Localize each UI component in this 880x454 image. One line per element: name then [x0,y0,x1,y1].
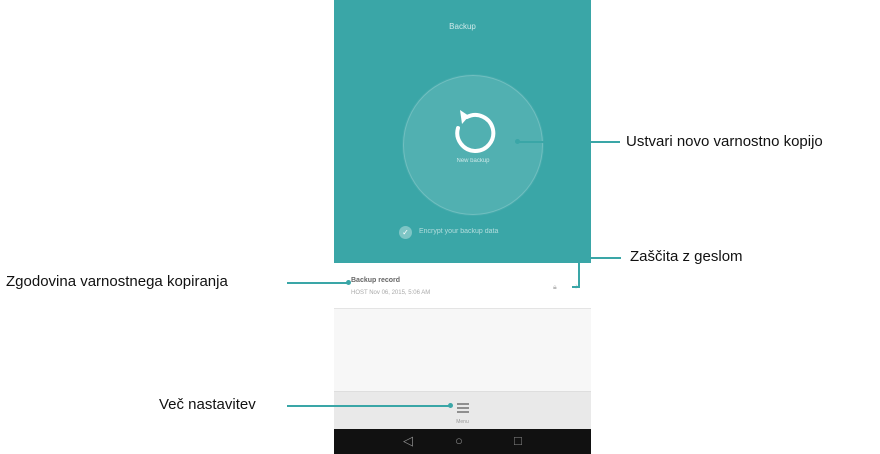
callout-history: Zgodovina varnostnega kopiranja [6,273,228,290]
callout-line-password-b [578,232,580,287]
backup-hero-panel: Backup New backup ✓ Encrypt your backup … [334,0,591,263]
app-title: Backup [449,22,476,31]
callout-dot-history [346,280,351,285]
refresh-icon [455,110,496,153]
back-icon[interactable]: ◁ [403,433,413,449]
backup-record-item[interactable]: Backup record HOST Nov 06, 2015, 5:06 AM… [334,263,591,309]
callout-new-backup: Ustvari novo varnostno kopijo [626,133,823,150]
bottom-menu-bar: Menu [334,391,591,430]
record-date: HOST Nov 06, 2015, 5:06 AM [351,290,431,296]
callout-line-history [287,282,348,284]
recent-apps-icon[interactable]: □ [514,433,522,449]
encrypt-label: Encrypt your backup data [419,228,499,235]
encrypt-backup-option[interactable]: ✓ Encrypt your backup data [397,226,557,240]
callout-line-more-settings [287,405,450,407]
menu-label: Menu [456,419,469,425]
callout-password: Zaščita z geslom [630,248,743,265]
callout-line-new-backup [518,141,620,143]
check-icon[interactable]: ✓ [399,226,412,239]
new-backup-label: New backup [456,158,490,164]
home-icon[interactable]: ○ [455,433,463,449]
menu-icon[interactable] [457,403,469,413]
phone-screen: Backup New backup ✓ Encrypt your backup … [334,0,591,454]
callout-more-settings: Več nastavitev [159,396,256,413]
lock-icon: 🔒︎ [553,284,557,291]
callout-line-password-d [579,257,621,259]
backup-record-list: Backup record HOST Nov 06, 2015, 5:06 AM… [334,263,591,391]
new-backup-button[interactable]: New backup [403,75,543,215]
record-title: Backup record [351,277,401,284]
callout-line-password-c [572,286,580,288]
android-navigation-bar: ◁ ○ □ [334,429,591,454]
callout-line-password-a [538,232,579,234]
callout-dot-more-settings [448,403,453,408]
